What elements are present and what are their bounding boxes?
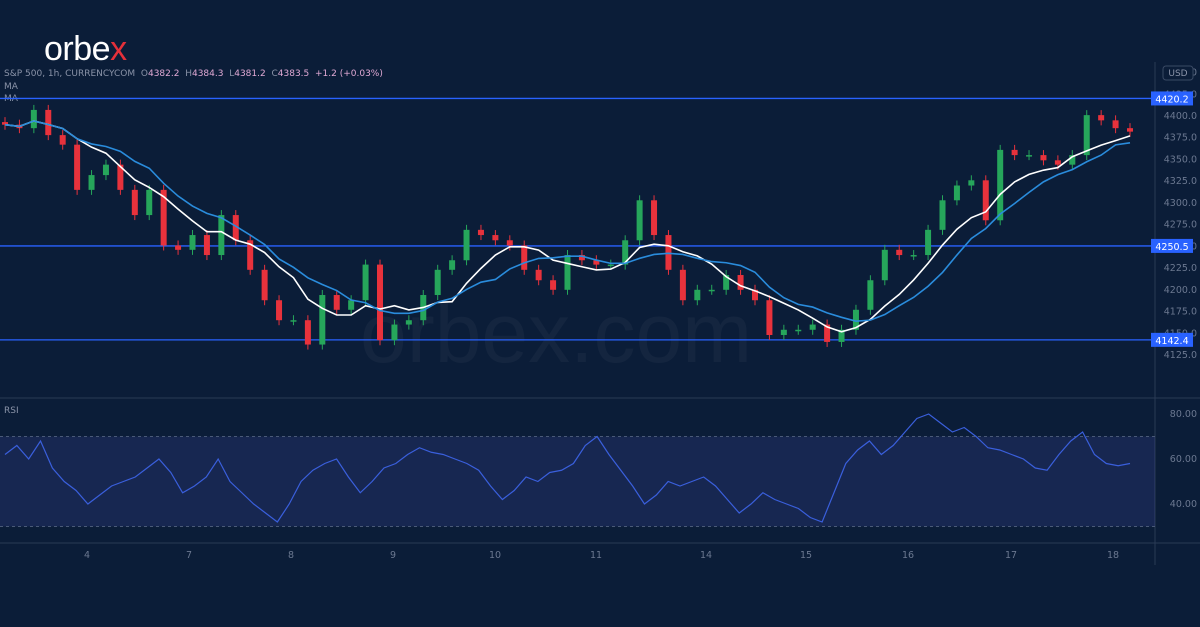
candle-up	[939, 200, 946, 230]
candle-down	[492, 235, 499, 241]
price-tick-label: 4300.0	[1164, 198, 1197, 209]
candle-up	[881, 249, 888, 281]
candle-up	[1026, 155, 1033, 157]
candle-up	[348, 300, 355, 310]
candle-down	[521, 245, 528, 270]
candle-down	[982, 180, 989, 221]
level-label: 4142.4	[1155, 336, 1188, 347]
candle-down	[535, 269, 542, 281]
candle-up	[218, 215, 225, 256]
candle-up	[362, 264, 369, 301]
price-chart[interactable]: 4450.04425.04400.04375.04350.04325.04300…	[0, 0, 1200, 627]
price-tick-label: 4200.0	[1164, 285, 1197, 296]
rsi-tick-label: 40.00	[1170, 499, 1197, 510]
time-tick-label: 15	[800, 550, 812, 561]
candle-up	[953, 185, 960, 201]
candle-up	[910, 255, 917, 257]
ma-fast-line	[4, 120, 1131, 333]
time-tick-label: 9	[390, 550, 396, 561]
candle-down	[1040, 155, 1047, 161]
time-tick-label: 7	[186, 550, 192, 561]
time-tick-label: 18	[1107, 550, 1119, 561]
candle-up	[391, 324, 398, 341]
candle-up	[780, 329, 787, 335]
candle-up	[564, 255, 571, 290]
candle-up	[30, 109, 37, 129]
candle-up	[795, 329, 802, 332]
rsi-tick-label: 80.00	[1170, 409, 1197, 420]
candle-down	[74, 144, 81, 190]
candle-down	[737, 275, 744, 290]
candle-down	[261, 269, 268, 301]
candle-up	[636, 200, 643, 241]
candle-up	[809, 324, 816, 330]
candle-up	[997, 149, 1004, 221]
candle-up	[867, 280, 874, 310]
candle-up	[146, 189, 153, 216]
level-label: 4250.5	[1155, 242, 1188, 253]
candle-up	[925, 229, 932, 256]
candle-down	[506, 240, 513, 246]
candle-up	[88, 175, 95, 190]
candle-up	[405, 320, 412, 325]
candle-up	[102, 164, 109, 176]
candle-up	[1083, 115, 1090, 156]
candle-down	[1054, 160, 1061, 165]
candle-up	[290, 320, 297, 322]
candle-down	[1127, 128, 1133, 132]
rsi-band	[0, 436, 1155, 527]
candle-down	[651, 200, 658, 236]
time-tick-label: 11	[590, 550, 602, 561]
candle-up	[708, 289, 715, 292]
price-tick-label: 4175.0	[1164, 307, 1197, 318]
time-tick-label: 10	[489, 550, 501, 561]
candle-down	[377, 264, 383, 341]
rsi-tick-label: 60.00	[1170, 454, 1197, 465]
candle-down	[665, 235, 672, 270]
candle-down	[304, 320, 311, 345]
candle-down	[45, 109, 52, 136]
candle-down	[59, 135, 66, 145]
candle-up	[607, 264, 614, 267]
candle-up	[463, 229, 470, 261]
level-label: 4420.2	[1155, 94, 1188, 105]
candle-down	[333, 295, 340, 310]
currency-label: USD	[1168, 69, 1187, 79]
candle-down	[679, 269, 686, 301]
price-tick-label: 4325.0	[1164, 176, 1197, 187]
candle-down	[766, 300, 773, 335]
time-tick-label: 4	[84, 550, 90, 561]
price-tick-label: 4125.0	[1164, 350, 1197, 361]
candle-down	[896, 249, 903, 256]
time-tick-label: 16	[902, 550, 914, 561]
candle-down	[1112, 120, 1119, 129]
price-tick-label: 4350.0	[1164, 154, 1197, 165]
rsi-label: RSI	[4, 406, 19, 416]
candle-down	[131, 189, 138, 216]
candle-down	[477, 229, 484, 236]
candle-up	[968, 180, 975, 186]
price-tick-label: 4400.0	[1164, 111, 1197, 122]
price-tick-label: 4375.0	[1164, 133, 1197, 144]
candle-down	[203, 235, 210, 256]
time-tick-label: 8	[288, 550, 294, 561]
candle-down	[1098, 115, 1105, 121]
candle-down	[1011, 149, 1018, 156]
candle-down	[276, 300, 283, 321]
candle-up	[449, 260, 456, 270]
time-tick-label: 17	[1005, 550, 1017, 561]
time-tick-label: 14	[700, 550, 712, 561]
price-tick-label: 4275.0	[1164, 220, 1197, 231]
candle-up	[434, 269, 441, 296]
candle-down	[550, 280, 557, 290]
candle-down	[175, 245, 182, 250]
candle-up	[694, 289, 701, 301]
price-tick-label: 4225.0	[1164, 263, 1197, 274]
candle-up	[319, 295, 326, 345]
candle-up	[189, 235, 196, 250]
